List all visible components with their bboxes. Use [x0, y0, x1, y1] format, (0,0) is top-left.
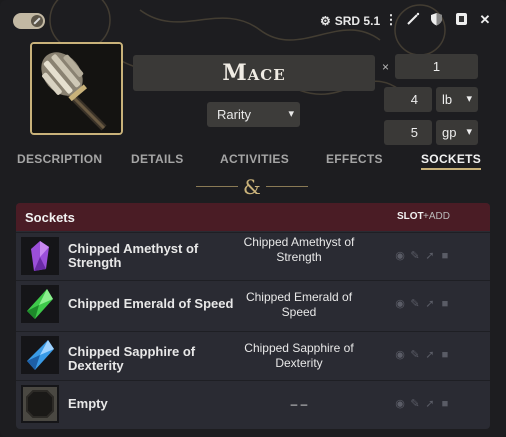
row-controls: ◉ ✎ ➚ ■: [394, 349, 451, 361]
emerald-gem-icon: [21, 285, 59, 323]
menu-dots-icon[interactable]: ⋮: [383, 12, 399, 28]
item-sheet-window: ⚙ SRD 5.1 ⋮ ✕ Mace Rarity ▾ × 1 4 lb ▾ 5…: [0, 0, 506, 437]
edit-icon[interactable]: ✎: [409, 250, 421, 262]
tab-effects[interactable]: EFFECTS: [326, 152, 383, 166]
rarity-select[interactable]: Rarity ▾: [207, 102, 300, 127]
socket-description: – –: [290, 397, 308, 411]
amethyst-gem-icon: [21, 237, 59, 275]
header-bar: ⚙ SRD 5.1 ⋮ ✕: [0, 0, 506, 42]
eye-icon[interactable]: ◉: [394, 349, 406, 361]
socket-row[interactable]: Chipped Emerald of Speed Chipped Emerald…: [16, 280, 490, 328]
quantity-multiplier: ×: [382, 60, 390, 74]
wand-icon[interactable]: [405, 12, 421, 28]
transfer-icon[interactable]: ➚: [424, 398, 436, 410]
tab-activities[interactable]: ACTIVITIES: [220, 152, 289, 166]
transfer-icon[interactable]: ➚: [424, 250, 436, 262]
eye-icon[interactable]: ◉: [394, 298, 406, 310]
item-portrait[interactable]: [30, 42, 123, 135]
slot-label: SLOT: [397, 211, 424, 222]
socket-description: Chipped Emerald of Speed: [245, 290, 353, 319]
edit-icon[interactable]: ✎: [409, 398, 421, 410]
gear-icon: ⚙: [320, 14, 331, 28]
add-socket-button[interactable]: +ADD: [423, 211, 450, 222]
empty-socket-icon: [21, 385, 59, 423]
socket-row[interactable]: Chipped Sapphire of Dexterity Chipped Sa…: [16, 331, 490, 379]
socket-description: Chipped Amethyst of Strength: [243, 235, 355, 264]
price-field[interactable]: 5: [384, 120, 432, 145]
trash-icon[interactable]: ■: [439, 349, 451, 361]
shield-icon[interactable]: [428, 12, 444, 28]
item-name-field[interactable]: Mace: [133, 55, 375, 91]
tab-description[interactable]: DESCRIPTION: [17, 152, 102, 166]
system-source[interactable]: ⚙ SRD 5.1: [320, 14, 380, 28]
tab-sockets[interactable]: SOCKETS: [421, 152, 482, 170]
divider-line-right: [266, 186, 308, 187]
chevron-down-icon: ▾: [466, 93, 472, 105]
socket-name: Empty: [68, 396, 108, 411]
eye-icon[interactable]: ◉: [394, 250, 406, 262]
tab-details[interactable]: DETAILS: [131, 152, 184, 166]
mace-image: [32, 44, 121, 133]
sockets-panel: Sockets SLOT +ADD Chipped Amethyst of St…: [16, 203, 490, 429]
weight-field[interactable]: 4: [384, 87, 432, 112]
socket-name: Chipped Sapphire of Dexterity: [68, 344, 196, 373]
edit-icon[interactable]: ✎: [409, 298, 421, 310]
trash-icon[interactable]: ■: [439, 250, 451, 262]
trash-icon[interactable]: ■: [439, 398, 451, 410]
edit-icon[interactable]: ✎: [409, 349, 421, 361]
socket-row[interactable]: Chipped Amethyst of Strength Chipped Ame…: [16, 232, 490, 280]
close-icon[interactable]: ✕: [477, 12, 493, 28]
socket-name: Chipped Emerald of Speed: [68, 296, 234, 311]
sheet-icon[interactable]: [453, 12, 469, 28]
ampersand-divider: &: [243, 175, 261, 199]
chevron-down-icon: ▾: [466, 126, 472, 138]
transfer-icon[interactable]: ➚: [424, 349, 436, 361]
row-controls: ◉ ✎ ➚ ■: [394, 250, 451, 262]
socket-name: Chipped Amethyst of Strength: [68, 241, 199, 270]
system-label: SRD 5.1: [334, 14, 381, 28]
eye-icon[interactable]: ◉: [394, 398, 406, 410]
rarity-value: Rarity: [217, 107, 251, 122]
quantity-field[interactable]: 1: [395, 54, 478, 79]
weight-unit-select[interactable]: lb ▾: [436, 87, 478, 112]
socket-row[interactable]: Empty – – ◉ ✎ ➚ ■: [16, 380, 490, 428]
sockets-header: Sockets SLOT +ADD: [16, 203, 490, 231]
row-controls: ◉ ✎ ➚ ■: [394, 298, 451, 310]
sockets-title: Sockets: [25, 210, 75, 225]
price-unit-value: gp: [442, 125, 457, 140]
divider-line-left: [196, 186, 238, 187]
socket-description: Chipped Sapphire of Dexterity: [244, 341, 354, 370]
row-controls: ◉ ✎ ➚ ■: [394, 398, 451, 410]
toggle-knob: [31, 15, 43, 27]
sapphire-gem-icon: [21, 336, 59, 374]
price-unit-select[interactable]: gp ▾: [436, 120, 478, 145]
weight-unit-value: lb: [442, 92, 453, 107]
chevron-down-icon: ▾: [288, 108, 294, 120]
tab-bar: DESCRIPTION DETAILS ACTIVITIES EFFECTS S…: [0, 152, 506, 172]
trash-icon[interactable]: ■: [439, 298, 451, 310]
edit-mode-toggle[interactable]: [13, 13, 45, 29]
transfer-icon[interactable]: ➚: [424, 298, 436, 310]
